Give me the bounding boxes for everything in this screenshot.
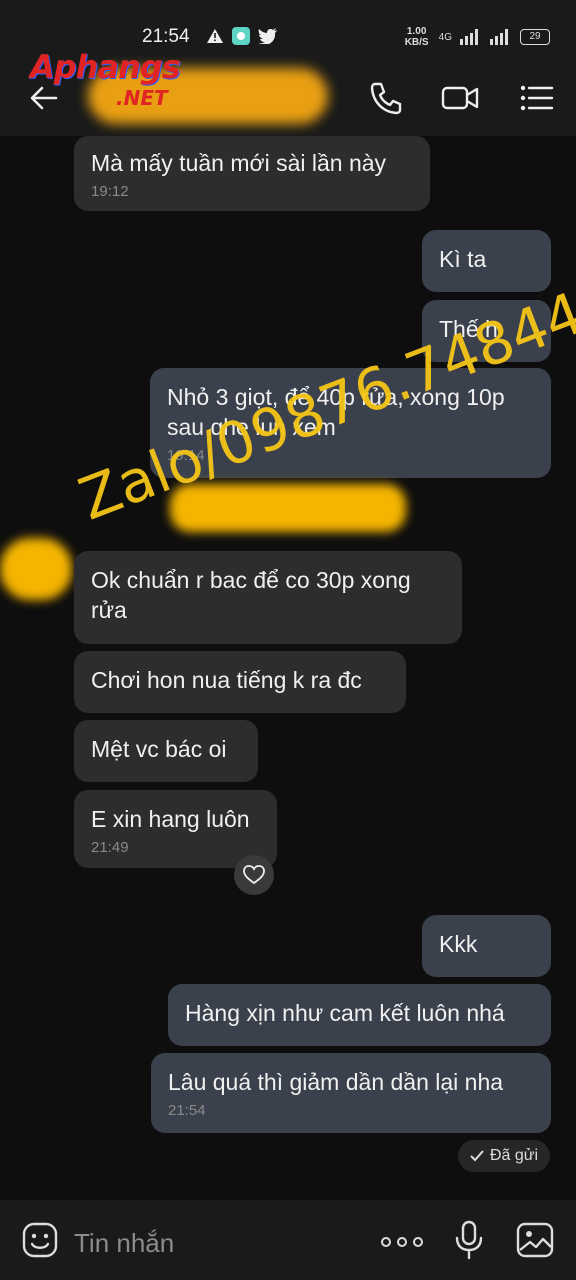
status-notification-icons xyxy=(206,27,278,45)
message-outgoing[interactable]: Lâu quá thì giảm dần dần lại nha 21:54 xyxy=(151,1053,551,1133)
site-logo: Aphangs xyxy=(30,48,181,86)
image-picker-icon[interactable] xyxy=(516,1222,554,1258)
message-time: 21:54 xyxy=(168,1102,206,1119)
message-text: Lâu quá thì giảm dần dần lại nha xyxy=(168,1069,504,1095)
react-heart-button[interactable] xyxy=(234,855,274,895)
message-outgoing[interactable]: Hàng xịn như cam kết luôn nhá xyxy=(168,984,551,1046)
app-notification-icon xyxy=(232,27,250,45)
message-text: E xin hang luôn xyxy=(91,806,250,832)
status-right-icons: 1.00 KB/S 4G 29 xyxy=(403,26,550,48)
sent-status-label: Đã gửi xyxy=(490,1147,539,1164)
video-call-icon[interactable] xyxy=(440,78,480,118)
network-type: 4G xyxy=(438,31,452,43)
more-options-icon[interactable] xyxy=(380,1236,424,1248)
message-text: Ok chuẩn r bac để co 30p xong rửa xyxy=(91,567,411,623)
message-outgoing[interactable]: Kì ta xyxy=(422,230,551,292)
message-text: Kì ta xyxy=(439,246,487,272)
message-incoming[interactable]: Mà mấy tuần mới sài lần này 19:12 xyxy=(74,136,430,211)
site-logo-suffix: .NET xyxy=(116,86,168,110)
emoji-sticker-icon[interactable] xyxy=(22,1222,58,1258)
message-outgoing[interactable]: Kkk xyxy=(422,915,551,977)
battery-icon: 29 xyxy=(520,29,550,45)
message-text: Mà mấy tuần mới sài lần này xyxy=(91,150,387,176)
net-speed: 1.00 KB/S xyxy=(404,26,429,48)
twitter-icon xyxy=(258,28,277,44)
redacted-avatar xyxy=(0,538,72,600)
microphone-icon[interactable] xyxy=(452,1220,486,1260)
warning-icon xyxy=(207,29,223,43)
message-time: 19:12 xyxy=(91,183,129,200)
sent-status-badge: Đã gửi xyxy=(458,1140,551,1172)
message-incoming[interactable]: Mệt vc bác oi xyxy=(74,720,258,782)
redacted-date-separator xyxy=(170,484,406,532)
message-incoming[interactable]: Ok chuẩn r bac để co 30p xong rửa xyxy=(74,551,462,644)
message-text: Chơi hon nua tiếng k ra đc xyxy=(91,667,362,693)
message-input[interactable]: Tin nhắn xyxy=(74,1228,174,1259)
message-time: 21:49 xyxy=(91,839,129,856)
phone-call-icon[interactable] xyxy=(366,78,406,118)
heart-icon xyxy=(243,865,265,885)
message-text: Mệt vc bác oi xyxy=(91,736,227,762)
back-arrow-icon[interactable] xyxy=(28,82,60,114)
message-incoming[interactable]: Chơi hon nua tiếng k ra đc xyxy=(74,651,406,713)
status-time: 21:54 xyxy=(142,26,190,47)
signal-icon-2 xyxy=(490,29,508,45)
message-text: Kkk xyxy=(439,931,478,957)
message-composer: Tin nhắn xyxy=(0,1200,576,1280)
signal-icon xyxy=(460,29,478,45)
menu-icon[interactable] xyxy=(516,78,556,118)
check-icon xyxy=(470,1150,484,1162)
message-text: Hàng xịn như cam kết luôn nhá xyxy=(185,1000,505,1026)
message-list[interactable]: Mà mấy tuần mới sài lần này 19:12 Kì ta … xyxy=(0,136,576,1200)
